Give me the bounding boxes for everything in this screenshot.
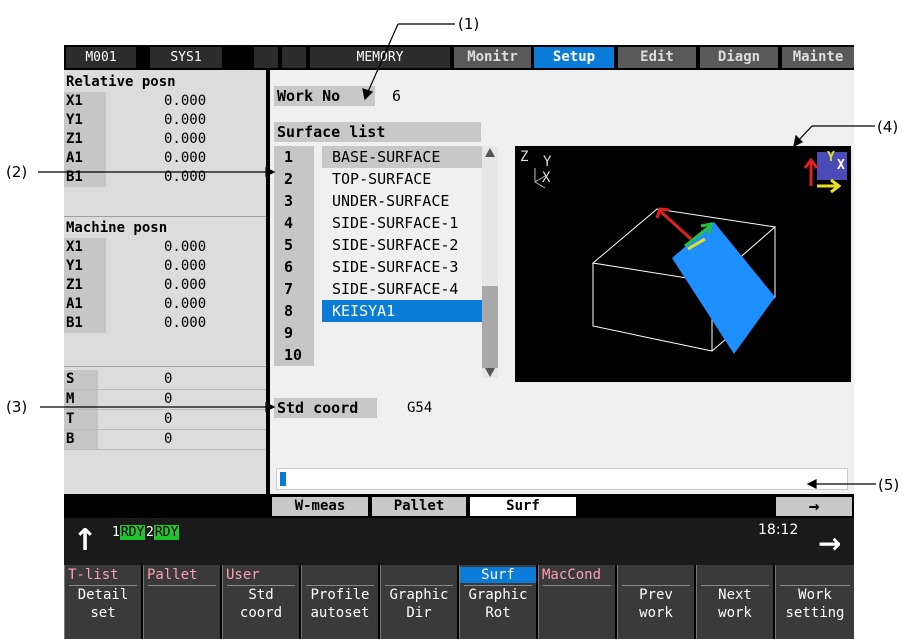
callout-4: (4): [877, 118, 899, 136]
callout-5: (5): [878, 476, 900, 494]
callout-3: (3): [6, 398, 28, 416]
callout-2: (2): [6, 163, 28, 181]
callout-1: (1): [458, 15, 480, 33]
callout-lines: [38, 23, 876, 489]
